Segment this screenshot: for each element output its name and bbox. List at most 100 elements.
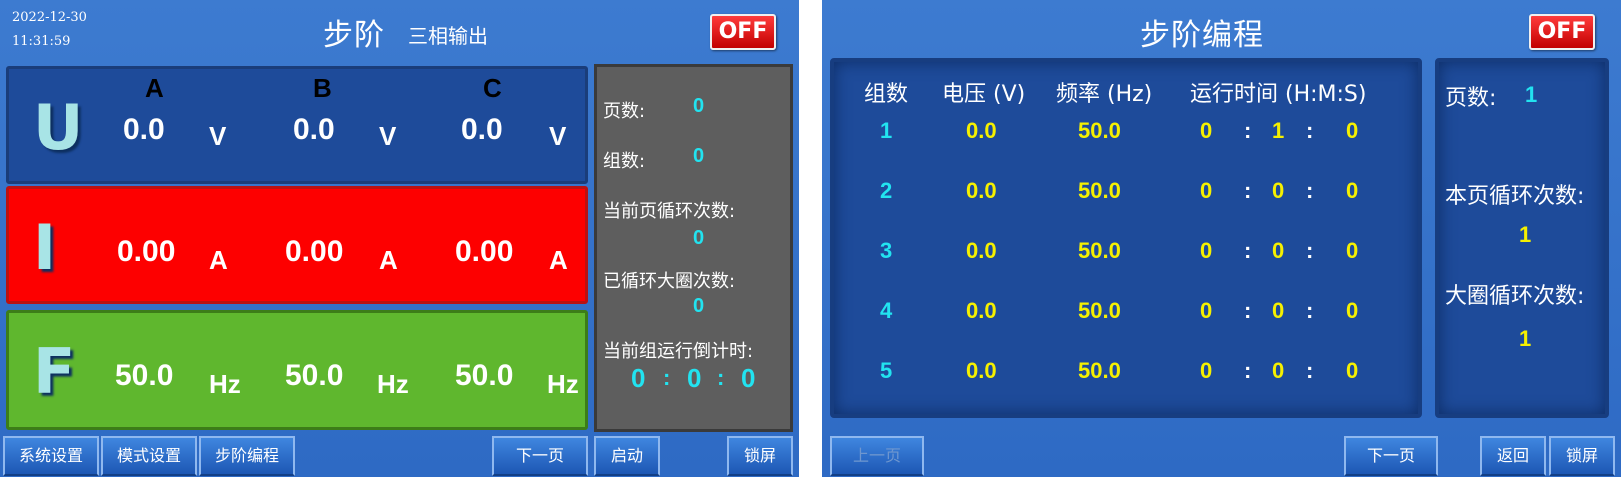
voltage-c-value[interactable]: 0.0: [461, 113, 503, 147]
page-subtitle: 三相输出: [408, 24, 488, 48]
countdown-hours: 0: [631, 363, 646, 393]
row-2-hours[interactable]: 0: [1200, 178, 1212, 204]
side-page-value[interactable]: 1: [1525, 82, 1537, 108]
voltage-a-unit: V: [209, 121, 227, 151]
mode-settings-button[interactable]: 模式设置: [101, 436, 197, 476]
row-1-sep-2: :: [1306, 118, 1314, 143]
phase-a-label: A: [145, 73, 164, 103]
countdown-seconds: 0: [741, 363, 756, 393]
lock-screen-button[interactable]: 锁屏: [727, 436, 793, 476]
current-b-unit: A: [379, 245, 398, 275]
program-next-page-button[interactable]: 下一页: [1344, 436, 1438, 476]
row-3-frequency[interactable]: 50.0: [1078, 238, 1121, 264]
output-off-button[interactable]: OFF: [710, 14, 776, 50]
row-3-index: 3: [880, 238, 893, 263]
current-a-unit: A: [209, 245, 228, 275]
row-4-sep-1: :: [1244, 298, 1252, 323]
output-screen: 2022-12-30 11:31:59 步阶 三相输出 OFF A B C U …: [0, 0, 799, 477]
row-3-sep-2: :: [1306, 238, 1314, 263]
step-program-button[interactable]: 步阶编程: [199, 436, 295, 476]
row-4-voltage[interactable]: 0.0: [966, 298, 997, 324]
header-frequency: 频率 (Hz): [1056, 82, 1153, 107]
row-5-voltage[interactable]: 0.0: [966, 358, 997, 384]
row-3-voltage[interactable]: 0.0: [966, 238, 997, 264]
row-4-sep-2: :: [1306, 298, 1314, 323]
row-1-seconds[interactable]: 0: [1346, 118, 1358, 144]
row-5-sep-2: :: [1306, 358, 1314, 383]
current-letter: I: [33, 211, 57, 284]
header-voltage: 电压 (V): [942, 82, 1026, 107]
row-3-sep-1: :: [1244, 238, 1252, 263]
next-page-button[interactable]: 下一页: [492, 436, 588, 476]
row-3-hours[interactable]: 0: [1200, 238, 1212, 264]
row-2-sep-2: :: [1306, 178, 1314, 203]
status-page-loop-value: 0: [693, 227, 705, 249]
countdown-sep-1: :: [663, 365, 671, 390]
row-1-hours[interactable]: 0: [1200, 118, 1212, 144]
status-page-label: 页数:: [603, 101, 646, 122]
voltage-c-unit: V: [549, 121, 567, 151]
row-5-frequency[interactable]: 50.0: [1078, 358, 1121, 384]
side-page-loop-label: 本页循环次数:: [1445, 184, 1585, 209]
row-5-seconds[interactable]: 0: [1346, 358, 1358, 384]
current-b-value[interactable]: 0.00: [285, 235, 343, 269]
frequency-b-value[interactable]: 50.0: [285, 359, 343, 393]
side-page-label: 页数:: [1445, 86, 1497, 111]
row-4-hours[interactable]: 0: [1200, 298, 1212, 324]
row-1-index: 1: [880, 118, 893, 143]
program-side-panel: 页数: 1 本页循环次数: 1 大圈循环次数: 1: [1435, 58, 1609, 418]
back-button[interactable]: 返回: [1480, 436, 1546, 476]
row-2-minutes[interactable]: 0: [1272, 178, 1284, 204]
row-5-minutes[interactable]: 0: [1272, 358, 1284, 384]
system-settings-button[interactable]: 系统设置: [3, 436, 99, 476]
side-big-loop-value[interactable]: 1: [1519, 326, 1531, 352]
row-2-seconds[interactable]: 0: [1346, 178, 1358, 204]
voltage-panel: A B C U 0.0 V 0.0 V 0.0 V: [6, 66, 588, 184]
program-title: 步阶编程: [1140, 18, 1264, 53]
start-button[interactable]: 启动: [594, 436, 660, 476]
voltage-letter: U: [33, 91, 84, 164]
row-2-frequency[interactable]: 50.0: [1078, 178, 1121, 204]
frequency-a-value[interactable]: 50.0: [115, 359, 173, 393]
row-2-voltage[interactable]: 0.0: [966, 178, 997, 204]
row-1-frequency[interactable]: 50.0: [1078, 118, 1121, 144]
voltage-b-value[interactable]: 0.0: [293, 113, 335, 147]
row-4-frequency[interactable]: 50.0: [1078, 298, 1121, 324]
current-c-value[interactable]: 0.00: [455, 235, 513, 269]
row-2-sep-1: :: [1244, 178, 1252, 203]
row-4-seconds[interactable]: 0: [1346, 298, 1358, 324]
row-5-index: 5: [880, 358, 893, 383]
row-5-hours[interactable]: 0: [1200, 358, 1212, 384]
status-big-loop-value: 0: [693, 295, 705, 317]
current-a-value[interactable]: 0.00: [117, 235, 175, 269]
prev-page-button[interactable]: 上一页: [830, 436, 924, 476]
row-3-minutes[interactable]: 0: [1272, 238, 1284, 264]
row-3-seconds[interactable]: 0: [1346, 238, 1358, 264]
status-page-value: 0: [693, 95, 705, 117]
row-4-index: 4: [880, 298, 893, 323]
program-off-button[interactable]: OFF: [1529, 14, 1595, 50]
program-lock-screen-button[interactable]: 锁屏: [1549, 436, 1615, 476]
header-runtime: 运行时间 (H:M:S): [1190, 82, 1367, 107]
status-panel: 页数: 0 组数: 0 当前页循环次数: 0 已循环大圈次数: 0 当前组运行倒…: [594, 64, 793, 432]
row-1-minutes[interactable]: 1: [1272, 118, 1284, 144]
status-big-loop-label: 已循环大圈次数:: [603, 271, 736, 292]
phase-c-label: C: [483, 73, 502, 103]
frequency-c-value[interactable]: 50.0: [455, 359, 513, 393]
page-title: 步阶: [323, 18, 385, 53]
current-panel: I 0.00 A 0.00 A 0.00 A: [6, 186, 588, 304]
countdown-sep-2: :: [717, 365, 725, 390]
status-group-value: 0: [693, 145, 705, 167]
voltage-a-value[interactable]: 0.0: [123, 113, 165, 147]
row-4-minutes[interactable]: 0: [1272, 298, 1284, 324]
step-program-screen: 步阶编程 OFF 组数 电压 (V) 频率 (Hz) 运行时间 (H:M:S) …: [822, 0, 1621, 477]
frequency-panel: F 50.0 Hz 50.0 Hz 50.0 Hz: [6, 310, 588, 430]
row-5-sep-1: :: [1244, 358, 1252, 383]
voltage-b-unit: V: [379, 121, 397, 151]
side-page-loop-value[interactable]: 1: [1519, 222, 1531, 248]
frequency-c-unit: Hz: [547, 369, 579, 399]
side-big-loop-label: 大圈循环次数:: [1445, 284, 1585, 309]
phase-b-label: B: [313, 73, 332, 103]
row-2-index: 2: [880, 178, 893, 203]
row-1-voltage[interactable]: 0.0: [966, 118, 997, 144]
